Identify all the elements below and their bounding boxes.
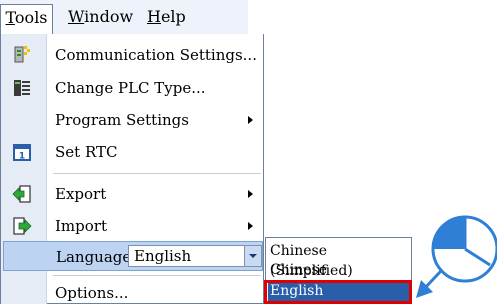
menu-item-label: Options... xyxy=(55,284,129,302)
submenu-arrow-icon xyxy=(248,190,253,198)
menu-item-language[interactable]: Language English xyxy=(3,241,263,271)
menu-item-label: Communication Settings... xyxy=(55,46,257,64)
click-pointer-graphic xyxy=(416,215,497,298)
language-combo-value: English xyxy=(134,247,192,265)
menu-item-program-settings[interactable]: Program Settings xyxy=(1,105,263,135)
calendar-icon: 1 xyxy=(12,142,32,162)
menu-item-set-rtc[interactable]: 1 Set RTC xyxy=(1,137,263,167)
menu-separator xyxy=(53,173,261,174)
highlight-box xyxy=(264,280,412,304)
calendar-icon-text: 1 xyxy=(19,152,25,162)
menu-item-export[interactable]: Export xyxy=(1,179,263,209)
import-icon xyxy=(12,216,32,236)
menu-item-label: Language xyxy=(56,248,132,266)
chevron-down-icon xyxy=(249,254,257,258)
tools-dropdown-menu: Communication Settings... Change PLC Typ… xyxy=(0,34,264,304)
menu-window-rest: indow xyxy=(84,7,134,26)
language-option-chinese-simplified[interactable]: Chinese (Simplified) xyxy=(268,241,409,279)
language-combo-box[interactable]: English xyxy=(128,245,262,267)
language-option-chinese-traditional[interactable]: Chinese (Traditional) xyxy=(268,260,409,298)
menu-separator xyxy=(53,275,261,276)
menu-item-communication-settings[interactable]: Communication Settings... xyxy=(1,40,263,70)
communication-settings-icon xyxy=(12,45,32,65)
change-plc-type-icon xyxy=(12,78,32,98)
menu-item-label: Set RTC xyxy=(55,143,118,161)
export-icon xyxy=(12,184,32,204)
menu-window-mnemonic: W xyxy=(68,7,85,26)
submenu-arrow-icon xyxy=(248,116,253,124)
menu-item-label: Program Settings xyxy=(55,111,189,129)
menu-item-change-plc-type[interactable]: Change PLC Type... xyxy=(1,73,263,103)
menu-help-rest: elp xyxy=(160,7,186,26)
menu-tools-mnemonic: T xyxy=(5,8,15,27)
menu-bar: Tools Window Help xyxy=(0,0,248,35)
screenshot-root: Tools Window Help Communication Settings… xyxy=(0,0,497,304)
menu-item-label: Import xyxy=(55,217,107,235)
menu-item-import[interactable]: Import xyxy=(1,211,263,241)
mouse-click-icon xyxy=(431,215,497,283)
submenu-arrow-icon xyxy=(248,222,253,230)
menu-help-mnemonic: H xyxy=(147,7,161,26)
menu-item-label: Change PLC Type... xyxy=(55,79,206,97)
menu-item-options[interactable]: Options... xyxy=(1,278,263,304)
menu-tools[interactable]: Tools xyxy=(0,4,53,34)
combo-dropdown-button[interactable] xyxy=(244,246,261,266)
menu-item-label: Export xyxy=(55,185,107,203)
menu-help[interactable]: Help xyxy=(147,4,186,30)
menu-window[interactable]: Window xyxy=(68,4,133,30)
menu-tools-rest: ools xyxy=(14,8,48,27)
